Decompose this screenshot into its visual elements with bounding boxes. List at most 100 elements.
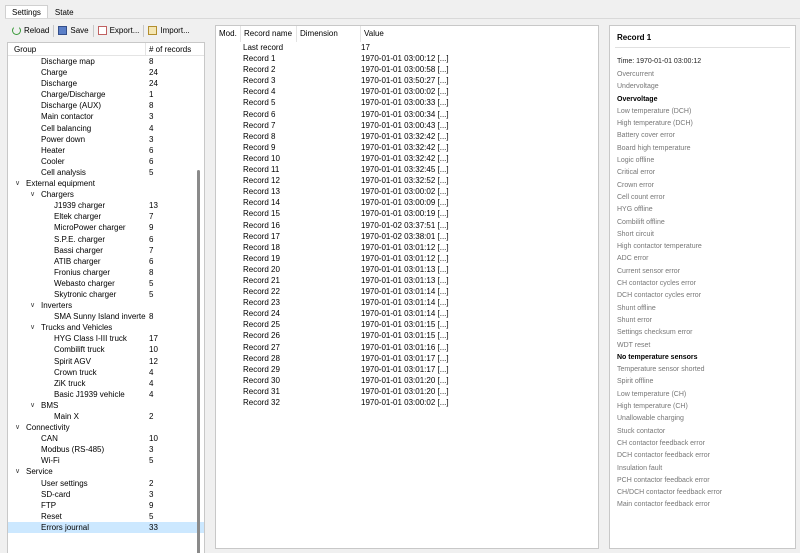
tree-row[interactable]: ∨ Connectivity bbox=[8, 422, 204, 433]
record-row[interactable]: Record 28 1970-01-01 03:01:17 [...] bbox=[216, 353, 598, 364]
tree-row[interactable]: CAN 10 bbox=[8, 433, 204, 444]
tree-row[interactable]: Discharge (AUX) 8 bbox=[8, 100, 204, 111]
tab-settings[interactable]: Settings bbox=[5, 5, 48, 19]
tab-state[interactable]: State bbox=[48, 5, 81, 19]
tree-row[interactable]: User settings 2 bbox=[8, 478, 204, 489]
record-row[interactable]: Record 22 1970-01-01 03:01:14 [...] bbox=[216, 286, 598, 297]
tree-row-count: 17 bbox=[149, 334, 158, 344]
tree-row[interactable]: S.P.E. charger 6 bbox=[8, 234, 204, 245]
chevron-down-icon[interactable]: ∨ bbox=[30, 189, 35, 200]
tree-row[interactable]: Webasto charger 5 bbox=[8, 278, 204, 289]
tree-row[interactable]: Charge/Discharge 1 bbox=[8, 89, 204, 100]
reload-button[interactable]: Reload bbox=[12, 26, 49, 35]
tree-row[interactable]: MicroPower charger 9 bbox=[8, 222, 204, 233]
tree-row[interactable]: Bassi charger 7 bbox=[8, 245, 204, 256]
tree-row[interactable]: SD-card 3 bbox=[8, 489, 204, 500]
tree-row[interactable]: FTP 9 bbox=[8, 500, 204, 511]
record-row[interactable]: Record 25 1970-01-01 03:01:15 [...] bbox=[216, 319, 598, 330]
tree-row[interactable]: Errors journal 33 bbox=[8, 521, 204, 534]
record-row[interactable]: Record 31 1970-01-01 03:01:20 [...] bbox=[216, 386, 598, 397]
chevron-down-icon[interactable]: ∨ bbox=[15, 466, 20, 477]
record-row[interactable]: Record 3 1970-01-01 03:50:27 [...] bbox=[216, 75, 598, 86]
tree-row[interactable]: Cell balancing 4 bbox=[8, 123, 204, 134]
tree-row[interactable]: Eltek charger 7 bbox=[8, 211, 204, 222]
chevron-down-icon[interactable]: ∨ bbox=[30, 300, 35, 311]
record-row[interactable]: Record 1 1970-01-01 03:00:12 [...] bbox=[216, 53, 598, 64]
tree-row[interactable]: Skytronic charger 5 bbox=[8, 289, 204, 300]
tree-row[interactable]: Cooler 6 bbox=[8, 156, 204, 167]
save-button[interactable]: Save bbox=[58, 26, 89, 35]
group-tree[interactable]: Group # of records Discharge map 8 Charge 2… bbox=[7, 42, 205, 553]
record-row[interactable]: Record 4 1970-01-01 03:00:02 [...] bbox=[216, 86, 598, 97]
record-row[interactable]: Record 18 1970-01-01 03:01:12 [...] bbox=[216, 242, 598, 253]
record-row[interactable]: Record 23 1970-01-01 03:01:14 [...] bbox=[216, 297, 598, 308]
tree-row[interactable]: ATIB charger 6 bbox=[8, 256, 204, 267]
record-row[interactable]: Record 21 1970-01-01 03:01:13 [...] bbox=[216, 275, 598, 286]
record-row[interactable]: Record 17 1970-01-02 03:38:01 [...] bbox=[216, 231, 598, 242]
record-row[interactable]: Record 30 1970-01-01 03:01:20 [...] bbox=[216, 375, 598, 386]
tree-row[interactable]: ∨ Service bbox=[8, 466, 204, 477]
error-flag: Crown error bbox=[617, 181, 654, 189]
chevron-down-icon[interactable]: ∨ bbox=[30, 322, 35, 333]
column-header-count[interactable]: # of records bbox=[146, 43, 204, 55]
export-button[interactable]: Export... bbox=[97, 26, 139, 35]
tree-vertical-scrollbar[interactable] bbox=[197, 170, 200, 553]
tree-row[interactable]: ∨ External equipment bbox=[8, 178, 204, 189]
tree-row[interactable]: SMA Sunny Island inverter 8 bbox=[8, 311, 204, 322]
record-row[interactable]: Record 8 1970-01-01 03:32:42 [...] bbox=[216, 131, 598, 142]
tree-row[interactable]: ∨ Trucks and Vehicles bbox=[8, 322, 204, 333]
record-row[interactable]: Record 29 1970-01-01 03:01:17 [...] bbox=[216, 364, 598, 375]
tree-row[interactable]: Reset 5 bbox=[8, 511, 204, 522]
column-header-value[interactable]: Value bbox=[361, 26, 598, 42]
tree-row[interactable]: ZiK truck 4 bbox=[8, 378, 204, 389]
chevron-down-icon[interactable]: ∨ bbox=[30, 400, 35, 411]
record-row[interactable]: Record 14 1970-01-01 03:00:09 [...] bbox=[216, 197, 598, 208]
record-row[interactable]: Record 7 1970-01-01 03:00:43 [...] bbox=[216, 120, 598, 131]
tree-row[interactable]: Combilift truck 10 bbox=[8, 344, 204, 355]
chevron-down-icon[interactable]: ∨ bbox=[15, 422, 20, 433]
column-header-group[interactable]: Group bbox=[8, 43, 146, 55]
tree-row[interactable]: Main contactor 3 bbox=[8, 111, 204, 122]
tree-row[interactable]: ∨ Chargers bbox=[8, 189, 204, 200]
tree-row[interactable]: Main X 2 bbox=[8, 411, 204, 422]
tree-row[interactable]: HYG Class I-III truck 17 bbox=[8, 333, 204, 344]
tree-row[interactable]: Crown truck 4 bbox=[8, 367, 204, 378]
tree-row[interactable]: Discharge 24 bbox=[8, 78, 204, 89]
record-row[interactable]: Record 13 1970-01-01 03:00:02 [...] bbox=[216, 186, 598, 197]
record-row[interactable]: Last record 17 bbox=[216, 42, 598, 53]
tree-row[interactable]: Discharge map 8 bbox=[8, 56, 204, 67]
record-row[interactable]: Record 5 1970-01-01 03:00:33 [...] bbox=[216, 97, 598, 108]
record-row[interactable]: Record 32 1970-01-01 03:00:02 [...] bbox=[216, 397, 598, 408]
record-row[interactable]: Record 24 1970-01-01 03:01:14 [...] bbox=[216, 308, 598, 319]
tree-row[interactable]: ∨ Inverters bbox=[8, 300, 204, 311]
record-row[interactable]: Record 9 1970-01-01 03:32:42 [...] bbox=[216, 142, 598, 153]
record-row[interactable]: Record 27 1970-01-01 03:01:16 [...] bbox=[216, 342, 598, 353]
record-row[interactable]: Record 10 1970-01-01 03:32:42 [...] bbox=[216, 153, 598, 164]
chevron-down-icon[interactable]: ∨ bbox=[15, 178, 20, 189]
record-row[interactable]: Record 19 1970-01-01 03:01:12 [...] bbox=[216, 253, 598, 264]
record-row[interactable]: Record 2 1970-01-01 03:00:58 [...] bbox=[216, 64, 598, 75]
tree-row[interactable]: Power down 3 bbox=[8, 134, 204, 145]
tree-row[interactable]: ∨ BMS bbox=[8, 400, 204, 411]
record-row[interactable]: Record 11 1970-01-01 03:32:45 [...] bbox=[216, 164, 598, 175]
tree-row[interactable]: Heater 6 bbox=[8, 145, 204, 156]
tree-row[interactable]: Wi-Fi 5 bbox=[8, 455, 204, 466]
tree-row[interactable]: Cell analysis 5 bbox=[8, 167, 204, 178]
tree-row[interactable]: Spirit AGV 12 bbox=[8, 356, 204, 367]
record-row[interactable]: Record 26 1970-01-01 03:01:15 [...] bbox=[216, 330, 598, 341]
column-header-record-name[interactable]: Record name bbox=[241, 26, 297, 42]
tree-row[interactable]: J1939 charger 13 bbox=[8, 200, 204, 211]
tree-row[interactable]: Modbus (RS-485) 3 bbox=[8, 444, 204, 455]
record-row[interactable]: Record 6 1970-01-01 03:00:34 [...] bbox=[216, 109, 598, 120]
tree-row[interactable]: Fronius charger 8 bbox=[8, 267, 204, 278]
record-row[interactable]: Record 16 1970-01-02 03:37:51 [...] bbox=[216, 220, 598, 231]
record-row[interactable]: Record 20 1970-01-01 03:01:13 [...] bbox=[216, 264, 598, 275]
column-header-dimension[interactable]: Dimension bbox=[297, 26, 361, 42]
tree-row[interactable]: Charge 24 bbox=[8, 67, 204, 78]
tree-row[interactable]: Basic J1939 vehicle 4 bbox=[8, 389, 204, 400]
import-button[interactable]: Import... bbox=[148, 26, 190, 35]
column-header-mod[interactable]: Mod. bbox=[216, 26, 241, 42]
record-row[interactable]: Record 12 1970-01-01 03:32:52 [...] bbox=[216, 175, 598, 186]
records-panel[interactable]: Mod. Record name Dimension Value Last re… bbox=[215, 25, 599, 549]
record-row[interactable]: Record 15 1970-01-01 03:00:19 [...] bbox=[216, 208, 598, 219]
